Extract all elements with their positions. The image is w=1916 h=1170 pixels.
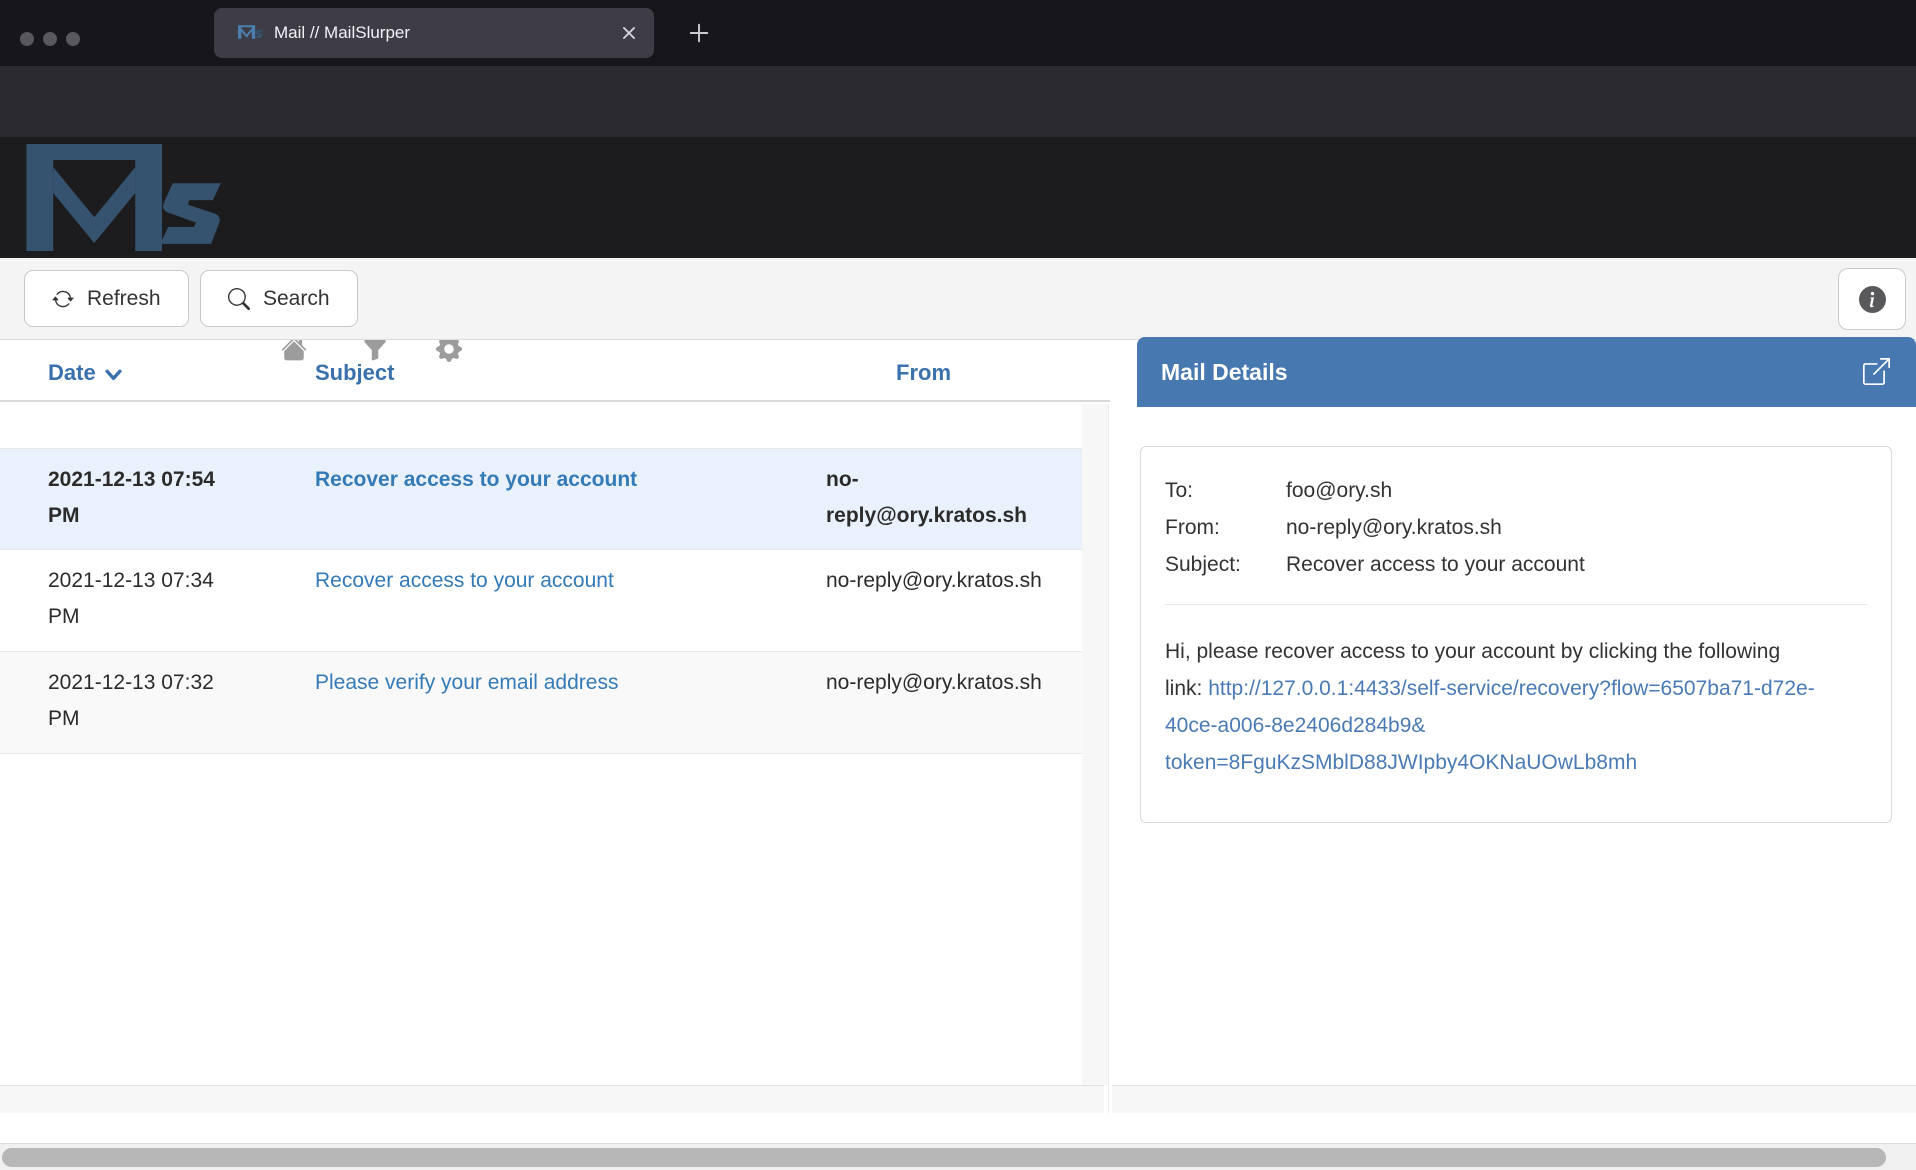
mail-from: no-reply@ory.kratos.sh (826, 462, 1048, 534)
app-toolbar: Refresh Search (0, 258, 1916, 340)
new-tab-icon[interactable] (688, 22, 710, 44)
mail-list-row[interactable]: 2021-12-13 07:34 PM Recover access to yo… (0, 550, 1082, 652)
mail-subject-link[interactable]: Recover access to your account (315, 569, 614, 592)
mail-list-row[interactable]: 2021-12-13 07:32 PM Please verify your e… (0, 652, 1082, 754)
refresh-icon (52, 288, 74, 310)
table-header-divider (0, 400, 1110, 402)
mail-date: 2021-12-13 07:54 PM (48, 462, 230, 534)
window-controls[interactable] (20, 32, 80, 46)
browser-window: Mail // MailSlurper 127.0.0.1 (0, 0, 1916, 1170)
mail-body: Hi, please recover access to your accoun… (1165, 633, 1820, 781)
mailslurper-logo (26, 144, 232, 251)
browser-toolbar: 127.0.0.1:4436/# 90% (0, 66, 1916, 137)
mail-date: 2021-12-13 07:32 PM (48, 665, 230, 737)
field-label: From: (1165, 509, 1286, 546)
window-maximize-button[interactable] (66, 32, 80, 46)
titlebar: Mail // MailSlurper (0, 0, 1916, 66)
mail-header-fields: To: foo@ory.sh From: no-reply@ory.kratos… (1165, 472, 1867, 583)
field-label: Subject: (1165, 546, 1286, 583)
column-header-from-label: From (896, 360, 951, 386)
recovery-link[interactable]: http://127.0.0.1:4433/self-service/recov… (1165, 677, 1815, 774)
search-button[interactable]: Search (200, 270, 358, 327)
field-value: foo@ory.sh (1286, 472, 1392, 509)
sort-descending-icon (105, 369, 122, 382)
mail-date: 2021-12-13 07:34 PM (48, 563, 230, 635)
open-external-icon[interactable] (1863, 358, 1890, 385)
mail-details-title: Mail Details (1161, 337, 1288, 407)
search-button-label: Search (263, 287, 330, 311)
mail-header-field: From: no-reply@ory.kratos.sh (1165, 509, 1867, 546)
details-panel-footer (1112, 1085, 1916, 1113)
column-header-date-label: Date (48, 360, 96, 386)
list-scroll-gutter (1082, 404, 1108, 1085)
refresh-button[interactable]: Refresh (24, 270, 189, 327)
mail-subject-link[interactable]: Please verify your email address (315, 671, 618, 694)
refresh-button-label: Refresh (87, 287, 161, 311)
info-button[interactable] (1838, 268, 1906, 330)
details-divider (1165, 604, 1867, 605)
column-header-from[interactable]: From (896, 360, 951, 386)
mail-header-field: To: foo@ory.sh (1165, 472, 1867, 509)
window-minimize-button[interactable] (43, 32, 57, 46)
mail-list-row[interactable]: 2021-12-13 07:54 PM Recover access to yo… (0, 448, 1082, 550)
horizontal-scrollbar-track[interactable] (0, 1143, 1916, 1170)
column-header-subject-label: Subject (315, 360, 394, 386)
window-close-button[interactable] (20, 32, 34, 46)
search-icon (228, 288, 250, 310)
mail-details-card: To: foo@ory.sh From: no-reply@ory.kratos… (1140, 446, 1892, 823)
mailslurper-navbar (0, 137, 1916, 258)
mail-list: 2021-12-13 07:54 PM Recover access to yo… (0, 448, 1082, 754)
field-label: To: (1165, 472, 1286, 509)
field-value: no-reply@ory.kratos.sh (1286, 509, 1502, 546)
horizontal-scrollbar-thumb[interactable] (2, 1148, 1886, 1167)
mailslurper-favicon (238, 24, 264, 40)
field-value: Recover access to your account (1286, 546, 1585, 583)
column-header-date[interactable]: Date (48, 360, 122, 386)
tab-title: Mail // MailSlurper (274, 8, 410, 58)
info-icon (1859, 286, 1886, 313)
mail-from: no-reply@ory.kratos.sh (826, 665, 1048, 701)
tab-close-icon[interactable] (620, 24, 638, 42)
browser-tab[interactable]: Mail // MailSlurper (214, 8, 654, 58)
mail-subject-link[interactable]: Recover access to your account (315, 468, 637, 491)
mail-details-header: Mail Details (1137, 337, 1916, 407)
list-panel-footer (0, 1085, 1104, 1113)
mail-header-field: Subject: Recover access to your account (1165, 546, 1867, 583)
column-header-subject[interactable]: Subject (315, 360, 394, 386)
panel-divider (1108, 404, 1109, 1113)
mail-from: no-reply@ory.kratos.sh (826, 563, 1048, 599)
